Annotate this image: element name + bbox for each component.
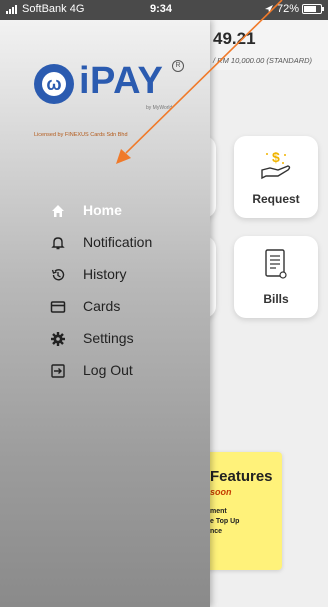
menu-item-label: Settings — [83, 330, 134, 346]
feature-line: nce — [210, 528, 223, 535]
bell-icon — [51, 237, 65, 250]
clock: 9:34 — [150, 3, 173, 15]
brand-byline: by MyWorld — [146, 105, 173, 111]
battery-percent: 72% — [276, 3, 299, 15]
menu-item-settings[interactable]: Settings — [0, 325, 210, 353]
battery-icon — [302, 4, 324, 14]
gear-icon — [51, 332, 65, 346]
request-money-icon: $ — [261, 149, 291, 180]
ipay-logo: ω iPAY R by MyWorld — [34, 58, 189, 128]
bills-label: Bills — [263, 292, 289, 306]
feature-title: Features — [210, 468, 273, 485]
license-text: Licensed by FINEXUS Cards Sdn Bhd — [34, 132, 128, 138]
menu-item-logout[interactable]: Log Out — [0, 357, 210, 385]
home-icon — [52, 205, 64, 217]
carrier-label: SoftBank 4G — [22, 3, 85, 15]
request-tile[interactable]: $ Request — [234, 136, 318, 218]
side-drawer: ω iPAY R by MyWorld Licensed by FINEXUS … — [0, 20, 210, 607]
card-icon — [50, 301, 66, 313]
logout-icon — [51, 364, 65, 378]
menu-item-label: Log Out — [83, 362, 133, 378]
balance-amount: 49.21 — [213, 29, 256, 48]
menu-item-cards[interactable]: Cards — [0, 293, 210, 321]
new-features-banner[interactable]: Features soon ment e Top Up nce — [204, 452, 282, 570]
menu-item-label: History — [83, 266, 127, 282]
menu-item-history[interactable]: History — [0, 261, 210, 289]
ipay-logo-mark-icon: ω — [34, 64, 74, 104]
location-icon — [264, 5, 273, 13]
brand-name: iPAY — [79, 60, 164, 102]
menu-item-notification[interactable]: Notification — [0, 229, 210, 257]
menu-item-home[interactable]: Home — [0, 197, 210, 225]
request-label: Request — [252, 192, 300, 206]
bills-icon — [265, 249, 287, 279]
feature-line: ment — [210, 508, 227, 515]
status-right: 72% — [264, 3, 324, 15]
menu-item-label: Cards — [83, 298, 121, 314]
feature-line: e Top Up — [210, 518, 240, 525]
status-bar: SoftBank 4G 9:34 72% — [0, 0, 328, 20]
svg-text:$: $ — [272, 149, 280, 165]
registered-mark-icon: R — [172, 60, 184, 72]
signal-icon — [6, 5, 17, 14]
menu-item-label: Notification — [83, 234, 153, 250]
menu-item-label: Home — [83, 202, 122, 218]
credit-limit: / RM 10,000.00 (STANDARD) — [213, 56, 313, 65]
feature-subtitle: soon — [210, 487, 232, 497]
bills-tile[interactable]: Bills — [234, 236, 318, 318]
history-icon — [51, 269, 65, 281]
